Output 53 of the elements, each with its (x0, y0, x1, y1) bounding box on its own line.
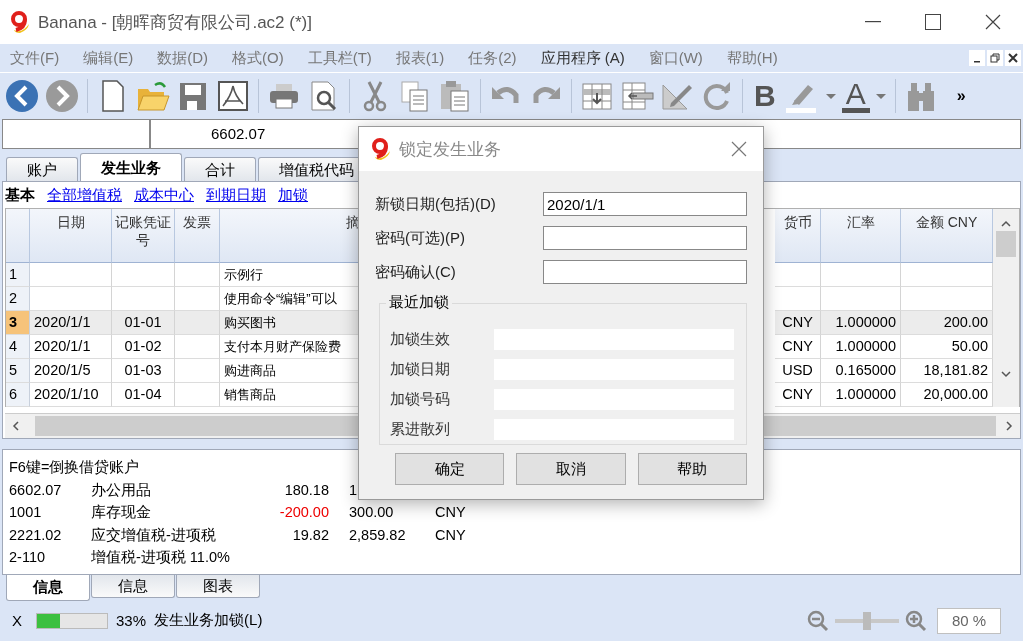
table-cell: CNY (775, 311, 821, 335)
field-label: 加锁生效 (390, 329, 451, 349)
field-label: 新锁日期(包括)(D) (375, 194, 497, 214)
table-cell: CNY (775, 335, 821, 359)
info-text: 2-110 (9, 549, 45, 565)
table-cell: 0.165000 (821, 359, 901, 383)
info-text: 6602.07 (9, 481, 62, 498)
table-cell: 01-03 (112, 359, 175, 383)
row-number: 4 (6, 335, 30, 359)
window-title: Banana - [朝晖商贸有限公司.ac2 (*)] (38, 11, 312, 34)
info-text: 19.82 (292, 526, 329, 543)
row-number: 3 (6, 311, 30, 335)
table-cell: 2020/1/10 (30, 383, 112, 407)
table-cell: USD (775, 359, 821, 383)
table-cell: 1.000000 (821, 383, 901, 407)
info-text: 2221.02 (9, 526, 62, 543)
info-text: -200.00 (279, 504, 329, 520)
info-text: 1001 (9, 504, 42, 520)
table-cell: 01-04 (112, 383, 175, 407)
info-text: CNY (435, 504, 466, 520)
status-message: 发生业务加锁(L) (154, 611, 263, 630)
info-text: CNY (435, 526, 466, 543)
table-cell: 1.000000 (821, 335, 901, 359)
info-text: 办公用品 (91, 481, 151, 498)
dialog-title: 锁定发生业务 (399, 138, 501, 161)
info-hint: F6键=倒换借贷账户 (9, 459, 140, 475)
row-number: 5 (6, 359, 30, 383)
field-label: 密码确认(C) (375, 262, 457, 282)
info-text: 180.18 (284, 481, 329, 498)
field-label: 加锁号码 (390, 389, 451, 409)
info-text: 300.00 (349, 504, 394, 520)
table-cell: 01-01 (112, 311, 175, 335)
info-text: 2,859.82 (349, 526, 406, 543)
table-cell: 2020/1/5 (30, 359, 112, 383)
table-cell: 1.000000 (821, 311, 901, 335)
field-label: 累进散列 (390, 419, 451, 439)
table-cell: 2020/1/1 (30, 335, 112, 359)
progress-percent: 33% (116, 612, 147, 629)
table-cell: CNY (775, 383, 821, 407)
info-text: 库存现金 (91, 504, 151, 520)
table-cell: 200.00 (901, 311, 993, 335)
info-text: 增值税-进项税 11.0% (91, 549, 230, 565)
row-number: 1 (6, 263, 30, 287)
field-label: 密码(可选)(P) (375, 228, 466, 248)
row-number: 6 (6, 383, 30, 407)
table-cell: 购买图书 (220, 311, 360, 335)
table-cell: 01-02 (112, 335, 175, 359)
row-number: 2 (6, 287, 30, 311)
info-text: 应交增值税-进项税 (91, 526, 216, 543)
group-title: 最近加锁 (386, 293, 452, 312)
table-cell: 2020/1/1 (30, 311, 112, 335)
info-text: 1 (349, 481, 358, 498)
field-label: 加锁日期 (390, 359, 451, 379)
